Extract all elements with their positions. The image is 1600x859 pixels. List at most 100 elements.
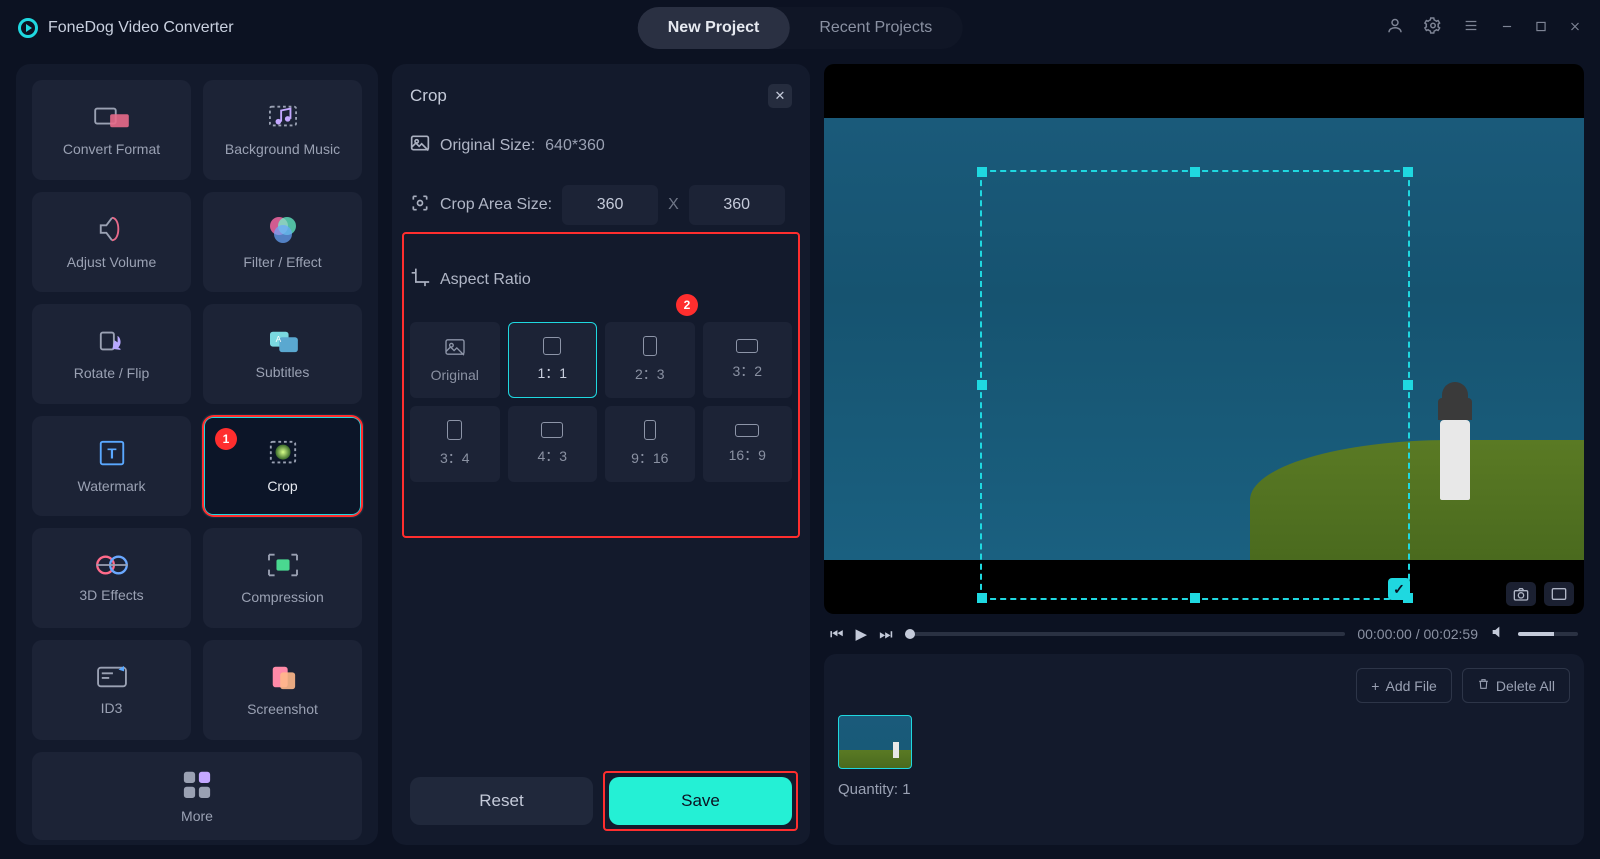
original-size-label: Original Size:: [440, 137, 535, 155]
more-icon: [180, 768, 214, 798]
save-button[interactable]: Save: [609, 777, 792, 825]
prev-frame-button[interactable]: ⏮: [830, 626, 844, 643]
main-layout: Convert Format Background Music Adjust V…: [0, 56, 1600, 859]
aspect-ratio-icon: [410, 267, 430, 292]
tool-screenshot[interactable]: Screenshot: [203, 640, 362, 740]
tool-id3[interactable]: ID3: [32, 640, 191, 740]
app-title: FoneDog Video Converter: [48, 19, 234, 37]
ratio-shape-icon: [447, 420, 462, 440]
aspect-ratio-original[interactable]: Original: [410, 322, 500, 398]
annotation-badge-1: 1: [215, 428, 237, 450]
dimension-separator: X: [668, 196, 679, 214]
tool-compression[interactable]: Compression: [203, 528, 362, 628]
tool-label: More: [181, 808, 213, 824]
crop-handle-ml[interactable]: [977, 380, 987, 390]
aspect-ratio-1-1[interactable]: 1：1: [508, 322, 598, 398]
adjust-volume-icon: [96, 214, 128, 244]
menu-icon[interactable]: [1462, 18, 1480, 39]
tool-label: Adjust Volume: [67, 254, 157, 270]
add-file-button[interactable]: + Add File: [1356, 668, 1452, 703]
tool-watermark[interactable]: T Watermark: [32, 416, 191, 516]
tab-new-project[interactable]: New Project: [638, 7, 790, 49]
video-preview[interactable]: ✓: [824, 64, 1584, 614]
compression-icon: [265, 551, 301, 579]
aspect-ratio-3-2[interactable]: 3：2: [703, 322, 793, 398]
aspect-ratio-4-3[interactable]: 4：3: [508, 406, 598, 482]
snapshot-icon[interactable]: [1506, 582, 1536, 606]
trash-icon: [1477, 677, 1490, 694]
tool-background-music[interactable]: Background Music: [203, 80, 362, 180]
filter-effect-icon: [267, 214, 299, 244]
reset-button[interactable]: Reset: [410, 777, 593, 825]
volume-icon[interactable]: [1490, 624, 1506, 644]
fullscreen-icon[interactable]: [1544, 582, 1574, 606]
tool-more[interactable]: More: [32, 752, 362, 840]
aspect-ratio-2-3[interactable]: 2：3: [605, 322, 695, 398]
annotation-badge-2: 2: [676, 294, 698, 316]
ratio-label: Original: [431, 367, 479, 383]
tool-label: Background Music: [225, 141, 340, 157]
aspect-ratio-9-16[interactable]: 9：16: [605, 406, 695, 482]
delete-all-button[interactable]: Delete All: [1462, 668, 1570, 703]
account-icon[interactable]: [1386, 17, 1404, 40]
crop-selection-rect[interactable]: ✓: [980, 170, 1410, 600]
watermark-icon: T: [97, 438, 127, 468]
time-display: 00:00:00 / 00:02:59: [1357, 626, 1478, 642]
play-button[interactable]: ▶: [856, 625, 868, 643]
3d-effects-icon: [94, 553, 130, 577]
tool-3d-effects[interactable]: 3D Effects: [32, 528, 191, 628]
crop-handle-tm[interactable]: [1190, 167, 1200, 177]
tool-subtitles[interactable]: A Subtitles: [203, 304, 362, 404]
quantity-display: Quantity: 1: [838, 781, 1570, 798]
ratio-label: 2：3: [635, 364, 665, 384]
aspect-ratio-16-9[interactable]: 16：9: [703, 406, 793, 482]
tool-label: ID3: [101, 700, 123, 716]
tool-filter-effect[interactable]: Filter / Effect: [203, 192, 362, 292]
aspect-ratio-grid: Original 1：1 2：3 3：2 3：4 4：3 9：16 16：9: [410, 322, 792, 482]
ratio-shape-icon: [541, 422, 563, 438]
tool-convert-format[interactable]: Convert Format: [32, 80, 191, 180]
crop-height-input[interactable]: [689, 185, 785, 225]
original-size-icon: [410, 134, 430, 157]
tool-label: Filter / Effect: [243, 254, 321, 270]
crop-panel: Crop ✕ Original Size: 640*360 2 Crop Are…: [392, 64, 810, 845]
tool-crop[interactable]: Crop1: [203, 416, 362, 516]
maximize-icon[interactable]: [1534, 18, 1548, 39]
plus-icon: +: [1371, 678, 1379, 694]
ratio-shape-icon: [644, 420, 656, 440]
tool-label: 3D Effects: [79, 587, 143, 603]
ratio-shape-icon: [444, 338, 466, 359]
crop-handle-mr[interactable]: [1403, 380, 1413, 390]
crop-confirm-icon[interactable]: ✓: [1388, 578, 1410, 600]
crop-handle-bm[interactable]: [1190, 593, 1200, 603]
timeline-slider[interactable]: [905, 632, 1346, 636]
tool-label: Screenshot: [247, 701, 318, 717]
next-frame-button[interactable]: ⏭: [879, 626, 893, 643]
tool-rotate-flip[interactable]: Rotate / Flip: [32, 304, 191, 404]
ratio-label: 4：3: [537, 446, 567, 466]
tool-panel: Convert Format Background Music Adjust V…: [16, 64, 378, 845]
tool-adjust-volume[interactable]: Adjust Volume: [32, 192, 191, 292]
settings-icon[interactable]: [1424, 17, 1442, 40]
close-icon[interactable]: [1568, 18, 1582, 39]
crop-handle-tr[interactable]: [1403, 167, 1413, 177]
close-crop-panel-button[interactable]: ✕: [768, 84, 792, 108]
aspect-ratio-label: Aspect Ratio: [440, 271, 531, 289]
convert-format-icon: [93, 103, 131, 131]
crop-handle-tl[interactable]: [977, 167, 987, 177]
file-thumbnail[interactable]: [838, 715, 912, 769]
ratio-label: 3：4: [440, 448, 470, 468]
aspect-ratio-3-4[interactable]: 3：4: [410, 406, 500, 482]
tab-recent-projects[interactable]: Recent Projects: [789, 7, 962, 49]
crop-area-size-label: Crop Area Size:: [440, 196, 552, 214]
tool-label: Watermark: [78, 478, 146, 494]
volume-slider[interactable]: [1518, 632, 1578, 636]
ratio-shape-icon: [543, 337, 561, 355]
ratio-label: 16：9: [729, 445, 766, 465]
crop-width-input[interactable]: [562, 185, 658, 225]
crop-handle-bl[interactable]: [977, 593, 987, 603]
ratio-label: 1：1: [537, 363, 567, 383]
add-file-label: Add File: [1385, 678, 1436, 694]
tool-grid: Convert Format Background Music Adjust V…: [32, 80, 362, 840]
minimize-icon[interactable]: [1500, 18, 1514, 39]
